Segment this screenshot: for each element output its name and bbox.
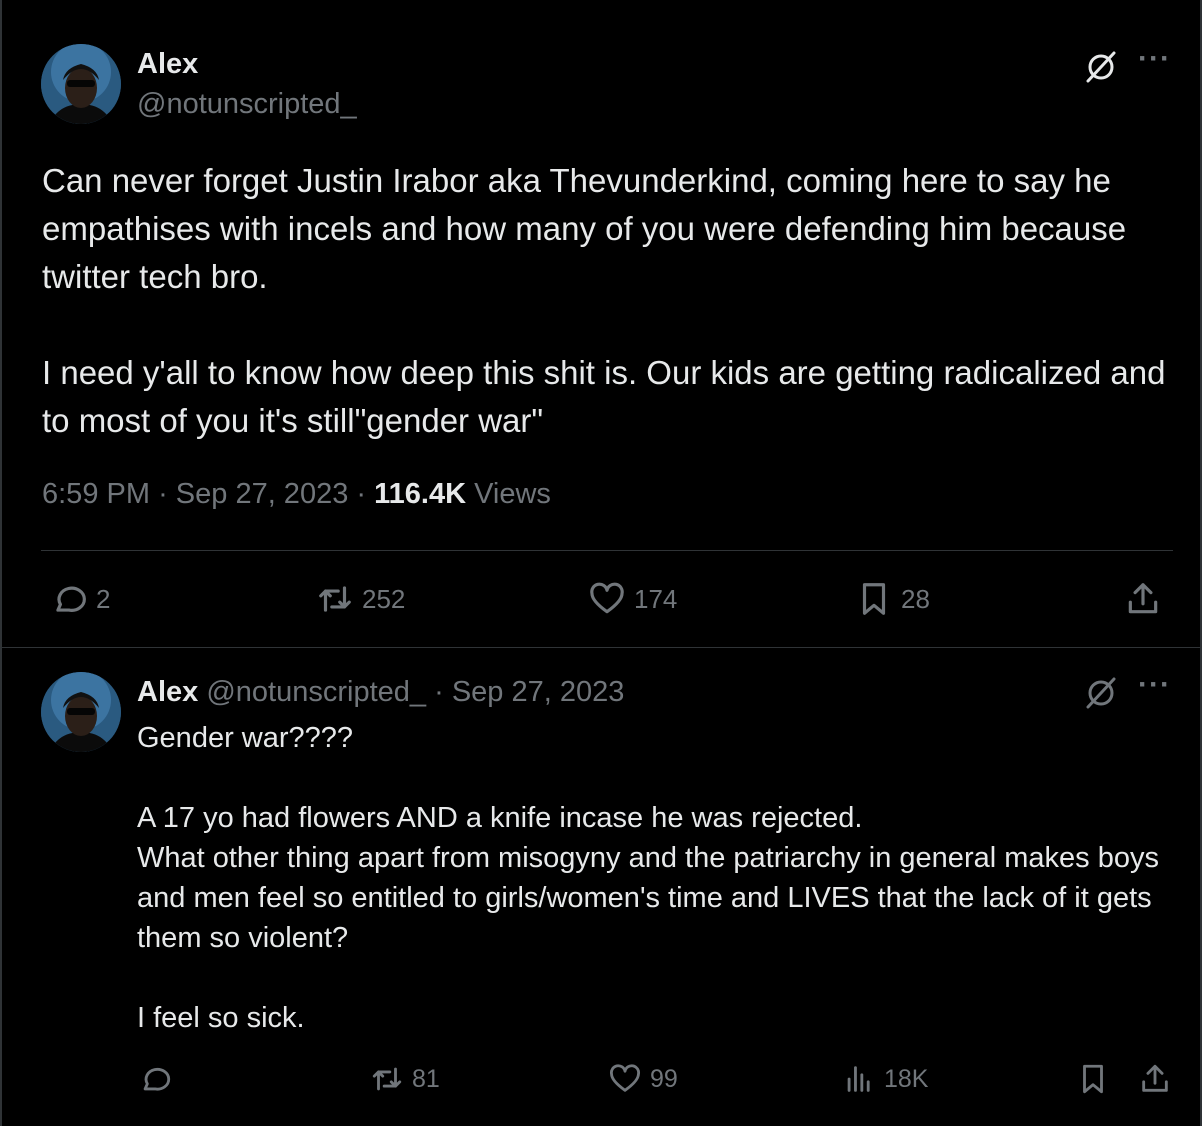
like-icon	[590, 582, 624, 614]
more-icon[interactable]: ···	[1138, 44, 1171, 74]
reply-header: Alex @notunscripted_ · Sep 27, 2023	[137, 676, 624, 709]
reply-button[interactable]: 2	[50, 580, 110, 618]
tweet-meta: 6:59 PM · Sep 27, 2023 · 116.4K Views	[42, 478, 551, 511]
tweet-paragraph: A 17 yo had flowers AND a knife incase h…	[137, 802, 1159, 954]
meta-separator: ·	[158, 478, 176, 510]
bookmark-button[interactable]	[1076, 1062, 1110, 1096]
meta-separator: ·	[356, 478, 375, 510]
author-name[interactable]: Alex	[137, 676, 198, 708]
repost-count: 81	[412, 1064, 440, 1093]
tweet-date[interactable]: Sep 27, 2023	[176, 478, 349, 510]
avatar[interactable]	[41, 44, 121, 124]
views-button[interactable]: 18K	[842, 1062, 928, 1096]
share-icon	[1142, 1064, 1168, 1092]
bookmark-icon	[862, 583, 886, 615]
reply-button[interactable]	[138, 1062, 172, 1096]
author-handle[interactable]: @notunscripted_	[206, 676, 426, 708]
grok-icon[interactable]	[1084, 50, 1118, 84]
tweet-paragraph: Can never forget Justin Irabor aka Thevu…	[42, 162, 1127, 295]
reply-icon	[143, 1067, 171, 1091]
tweet-time[interactable]: 6:59 PM	[42, 478, 150, 510]
like-count: 99	[650, 1064, 678, 1093]
share-icon	[1128, 583, 1158, 614]
more-icon[interactable]: ···	[1138, 670, 1171, 700]
tweet-paragraph: Gender war????	[137, 722, 354, 754]
tweet-paragraph: I feel so sick.	[137, 1002, 305, 1034]
repost-count: 252	[362, 583, 406, 614]
like-button[interactable]: 174	[588, 580, 677, 618]
views-label: Views	[474, 478, 551, 510]
share-button[interactable]	[1124, 580, 1162, 618]
header-separator: ·	[434, 676, 444, 708]
reply-icon	[56, 586, 86, 612]
reply-tweet[interactable]: Alex @notunscripted_ · Sep 27, 2023 ··· …	[2, 648, 1202, 1126]
tweet-paragraph: I need y'all to know how deep this shit …	[42, 354, 1166, 439]
like-button[interactable]: 99	[608, 1062, 678, 1096]
bookmark-icon	[1083, 1064, 1103, 1094]
divider	[41, 550, 1173, 551]
tweet-text: Gender war???? A 17 yo had flowers AND a…	[137, 718, 1187, 1038]
avatar[interactable]	[41, 672, 121, 752]
grok-icon[interactable]	[1084, 676, 1118, 710]
tweet-date[interactable]: Sep 27, 2023	[452, 676, 625, 708]
repost-icon	[319, 586, 351, 612]
repost-button[interactable]: 252	[316, 580, 405, 618]
author-handle[interactable]: @notunscripted_	[137, 88, 357, 121]
views-count: 18K	[884, 1064, 929, 1093]
author-name[interactable]: Alex	[137, 48, 198, 81]
views-icon	[847, 1066, 870, 1092]
bookmark-count: 28	[901, 583, 930, 614]
main-tweet: Alex @notunscripted_ ··· Can never forge…	[2, 0, 1202, 648]
repost-icon	[372, 1067, 402, 1091]
share-button[interactable]	[1138, 1062, 1172, 1096]
bookmark-button[interactable]: 28	[855, 580, 930, 618]
like-count: 174	[634, 583, 678, 614]
reply-count: 2	[96, 583, 111, 614]
views-count: 116.4K	[374, 478, 467, 510]
timeline-column: Alex @notunscripted_ ··· Can never forge…	[0, 0, 1202, 1126]
like-icon	[610, 1064, 640, 1092]
repost-button[interactable]: 81	[370, 1062, 440, 1096]
tweet-text: Can never forget Justin Irabor aka Thevu…	[42, 157, 1182, 445]
